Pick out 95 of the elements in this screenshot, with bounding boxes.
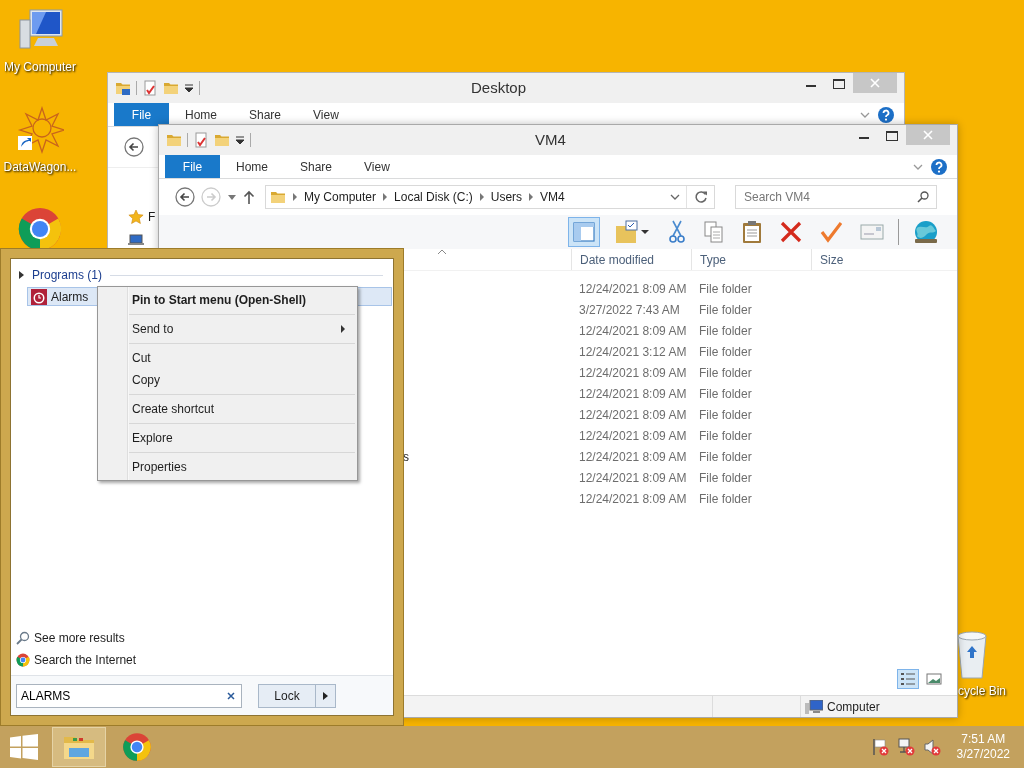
address-bar[interactable]: My Computer Local Disk (C:) Users VM4	[265, 185, 715, 209]
submenu-arrow-icon	[341, 325, 345, 333]
breadcrumb-item[interactable]: VM4	[540, 188, 565, 206]
dropdown-icon[interactable]	[235, 134, 245, 146]
table-cell-text: File folder	[698, 322, 753, 340]
ribbon-tab[interactable]: View	[297, 103, 355, 126]
maximize-icon[interactable]	[886, 131, 898, 141]
status-location: Computer	[827, 698, 880, 716]
dropdown-icon[interactable]	[184, 82, 194, 94]
window-title: VM4	[534, 129, 567, 150]
computer-icon	[805, 699, 823, 714]
table-cell-text: 12/24/2021 8:09 AM	[578, 364, 688, 382]
properties-icon[interactable]	[142, 80, 158, 96]
search-icon	[16, 631, 30, 645]
table-cell-text: File folder	[698, 301, 753, 319]
search-icon	[917, 191, 929, 203]
breadcrumb-item[interactable]: My Computer	[304, 188, 377, 206]
group-header[interactable]: Programs (1)	[32, 266, 102, 284]
menu-link[interactable]: See more results	[34, 629, 125, 647]
table-cell-text: 12/24/2021 8:09 AM	[578, 280, 688, 298]
menu-link[interactable]: Search the Internet	[34, 651, 137, 669]
expand-icon[interactable]	[19, 271, 24, 279]
folder-icon[interactable]	[63, 734, 95, 760]
table-cell-text: File folder	[698, 406, 753, 424]
table-cell-text: File folder	[698, 343, 753, 361]
chevron-down-icon[interactable]	[670, 193, 680, 201]
column-header[interactable]: Date modified	[571, 249, 691, 270]
chrome-icon	[16, 653, 30, 667]
menu-item[interactable]: Pin to Start menu (Open-Shell)	[98, 289, 357, 311]
table-cell-text: 12/24/2021 8:09 AM	[578, 490, 688, 508]
up-icon[interactable]	[243, 190, 255, 204]
chevron-down-icon[interactable]	[860, 110, 870, 119]
nav-pane-item[interactable]: F	[148, 208, 156, 226]
table-cell-text: 12/24/2021 3:12 AM	[578, 343, 688, 361]
breadcrumb-item[interactable]: Local Disk (C:)	[394, 188, 473, 206]
ribbon-tab[interactable]: Home	[169, 103, 233, 126]
network-error-icon[interactable]	[896, 738, 915, 756]
window-title: Desktop	[470, 77, 527, 98]
chevron-right-icon[interactable]	[323, 691, 328, 700]
table-cell-text: 12/24/2021 8:09 AM	[578, 448, 688, 466]
table-cell-text: File folder	[698, 448, 753, 466]
table-cell-text: 12/24/2021 8:09 AM	[578, 322, 688, 340]
column-header[interactable]: Size	[811, 249, 891, 270]
lock-button[interactable]: Lock	[258, 683, 316, 708]
search-field[interactable]: Search VM4	[735, 185, 937, 209]
menu-item[interactable]: Cut	[98, 347, 357, 369]
ribbon-tab[interactable]: View	[348, 155, 406, 178]
table-cell-text: File folder	[698, 427, 753, 445]
table-cell-text: 12/24/2021 8:09 AM	[578, 469, 688, 487]
flag-error-icon[interactable]	[870, 738, 889, 756]
search-field[interactable]: ALARMS	[16, 683, 242, 708]
table-cell-text: File folder	[698, 364, 753, 382]
ribbon-tab[interactable]: Share	[233, 103, 298, 126]
file-tab[interactable]: File	[165, 155, 220, 178]
table-cell-text: File folder	[698, 280, 753, 298]
maximize-icon[interactable]	[833, 79, 845, 89]
folder-icon	[115, 80, 131, 96]
power-options-button[interactable]	[316, 683, 336, 708]
windows-icon[interactable]	[10, 734, 38, 760]
refresh-icon[interactable]	[693, 190, 708, 204]
sort-ascending-icon[interactable]	[438, 249, 446, 254]
file-name[interactable]: s	[403, 449, 409, 464]
chevron-down-icon[interactable]	[913, 162, 923, 171]
recent-locations-icon[interactable]	[227, 193, 237, 201]
clear-icon[interactable]	[227, 691, 235, 700]
column-header[interactable]: Type	[691, 249, 811, 270]
file-tab[interactable]: File	[114, 103, 169, 126]
speaker-muted-icon[interactable]	[922, 738, 941, 756]
back-icon[interactable]	[124, 137, 144, 157]
ribbon-tab[interactable]: Share	[284, 155, 349, 178]
table-cell-text: File folder	[698, 385, 753, 403]
chrome-icon[interactable]	[122, 732, 152, 762]
help-icon[interactable]	[878, 106, 894, 123]
folder-icon	[270, 189, 286, 205]
breadcrumb-item[interactable]: Users	[490, 188, 523, 206]
menu-item[interactable]: Copy	[98, 369, 357, 391]
properties-icon[interactable]	[193, 132, 209, 148]
starburst-icon	[16, 106, 64, 154]
alarm-clock-icon	[31, 288, 47, 305]
table-cell-text: File folder	[698, 490, 753, 508]
table-cell-text: 3/27/2022 7:43 AM	[578, 301, 681, 319]
table-cell-text: File folder	[698, 469, 753, 487]
help-icon[interactable]	[931, 158, 947, 175]
back-icon[interactable]	[175, 187, 195, 207]
laptop-icon	[128, 234, 144, 246]
menu-item[interactable]: Explore	[98, 427, 357, 449]
table-cell-text: 12/24/2021 8:09 AM	[578, 385, 688, 403]
folder-icon	[166, 132, 182, 148]
menu-item[interactable]: Send to	[98, 318, 357, 340]
menu-item[interactable]: Properties	[98, 456, 357, 478]
table-cell-text: 12/24/2021 8:09 AM	[578, 427, 688, 445]
menu-item[interactable]: Create shortcut	[98, 398, 357, 420]
star-icon	[128, 209, 144, 225]
table-cell-text: 12/24/2021 8:09 AM	[578, 406, 688, 424]
ribbon-tab[interactable]: Home	[220, 155, 284, 178]
